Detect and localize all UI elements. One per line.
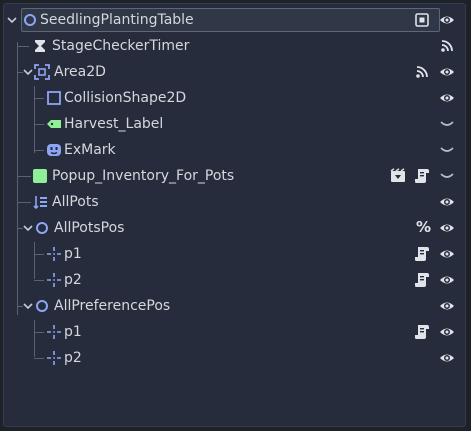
node-label: p2 [64, 272, 82, 288]
node-label: p2 [64, 350, 82, 366]
timer-icon [35, 40, 45, 52]
tree-row-allpreferencepos[interactable]: AllPreferencePos [4, 293, 465, 319]
chevron-down-icon[interactable] [22, 300, 34, 312]
node-label: AllPotsPos [54, 220, 125, 236]
script-icon[interactable] [414, 168, 430, 184]
node-label: Harvest_Label [64, 116, 164, 132]
unique-name-badge[interactable]: % [416, 218, 431, 236]
chevron-down-icon[interactable] [22, 222, 34, 234]
visibility-eye-icon[interactable] [439, 246, 455, 262]
tree-row-area2d[interactable]: Area2D [4, 59, 465, 85]
tree-row-exmark[interactable]: ExMark [4, 137, 465, 163]
script-icon[interactable] [414, 246, 430, 262]
visibility-eye-icon[interactable] [439, 272, 455, 288]
node-label: Area2D [54, 64, 106, 80]
visibility-eye-icon[interactable] [439, 298, 455, 314]
script-icon[interactable] [414, 272, 430, 288]
node2d-icon [36, 222, 48, 234]
node-label: CollisionShape2D [64, 90, 187, 106]
tree-guide-branch [17, 46, 29, 47]
instanced-scene-icon[interactable] [390, 168, 406, 184]
visibility-eye-icon[interactable] [439, 220, 455, 236]
node2d-icon [24, 14, 36, 26]
tree-guide-branch [34, 358, 44, 359]
label-tag-icon [47, 120, 61, 128]
tree-row-popup-inventory-for-pots[interactable]: Popup_Inventory_For_Pots [4, 163, 465, 189]
tree-row-allpots[interactable]: AllPots [4, 189, 465, 215]
visibility-eye-icon[interactable] [439, 12, 455, 28]
visibility-eye-icon[interactable] [439, 350, 455, 366]
tree-row-stage-checker-timer[interactable]: StageCheckerTimer [4, 33, 465, 59]
tree-row-allpreferencepos-p1[interactable]: p1 [4, 319, 465, 345]
node-label: p1 [64, 246, 82, 262]
tree-row-allpreferencepos-p2[interactable]: p2 [4, 345, 465, 371]
collision-shape-icon [47, 91, 61, 105]
tree-guide-branch [34, 332, 44, 333]
tree-guide-branch [34, 254, 44, 255]
tree-guide-branch [34, 280, 44, 281]
tree-row-collision-shape2d[interactable]: CollisionShape2D [4, 85, 465, 111]
control-panel-icon [33, 169, 47, 183]
visibility-closed-eye-icon[interactable] [439, 168, 455, 184]
visibility-eye-icon[interactable] [439, 90, 455, 106]
node-label: SeedlingPlantingTable [40, 12, 194, 28]
visibility-closed-eye-icon[interactable] [439, 142, 455, 158]
visibility-eye-icon[interactable] [439, 194, 455, 210]
node2d-icon [36, 300, 48, 312]
node-label: AllPreferencePos [54, 298, 171, 314]
group-selected-icon[interactable] [414, 12, 430, 28]
tree-guide-branch [34, 98, 44, 99]
tree-guide-branch [34, 124, 44, 125]
node-label: p1 [64, 324, 82, 340]
visibility-eye-icon[interactable] [439, 64, 455, 80]
visibility-closed-eye-icon[interactable] [439, 116, 455, 132]
scene-tree-panel: SeedlingPlantingTable StageCheckerTimer … [3, 3, 466, 427]
tree-guide-branch [34, 150, 44, 151]
sprite2d-icon [47, 144, 61, 156]
tree-guide-branch [17, 202, 31, 203]
signal-icon[interactable] [414, 64, 430, 80]
node-label: AllPots [52, 194, 99, 210]
marker2d-icon [47, 325, 61, 339]
chevron-down-icon[interactable] [22, 66, 34, 78]
tree-guide-branch [17, 176, 31, 177]
marker2d-icon [47, 351, 61, 365]
node-label: ExMark [64, 142, 116, 158]
visibility-eye-icon[interactable] [439, 324, 455, 340]
tree-row-allpotspos-p1[interactable]: p1 [4, 241, 465, 267]
marker2d-icon [47, 247, 61, 261]
tree-row-allpotspos-p2[interactable]: p2 [4, 267, 465, 293]
marker2d-icon [47, 273, 61, 287]
signal-icon[interactable] [439, 38, 455, 54]
node-label: Popup_Inventory_For_Pots [52, 168, 235, 184]
chevron-down-icon[interactable] [6, 14, 18, 26]
tree-row-harvest-label[interactable]: Harvest_Label [4, 111, 465, 137]
tree-row-allpotspos[interactable]: AllPotsPos % [4, 215, 465, 241]
node-label: StageCheckerTimer [52, 38, 190, 54]
tree-row-root[interactable]: SeedlingPlantingTable [4, 7, 465, 33]
script-icon[interactable] [414, 324, 430, 340]
area2d-icon [34, 64, 50, 80]
ysort-icon [33, 196, 47, 210]
